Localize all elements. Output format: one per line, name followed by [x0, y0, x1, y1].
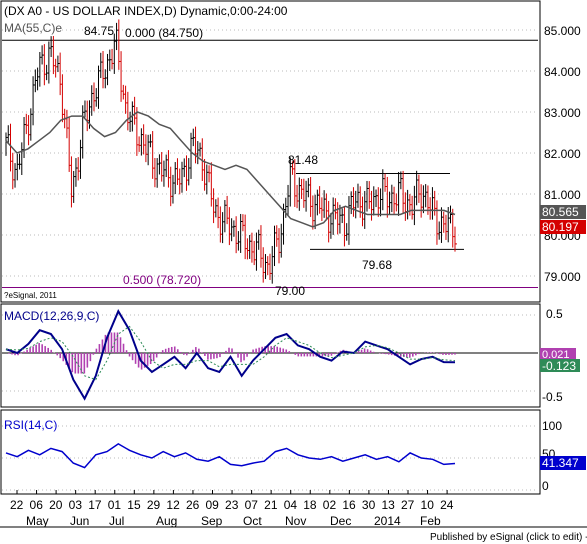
ma-label: MA(55,C)e [4, 21, 62, 35]
chart-window: (DX A0 - US DOLLAR INDEX,D) Dynamic,0:00… [0, 0, 587, 544]
x-axis-labels: 22 06 20 03 17 01 15 29 12 26 09 23 07 21 04 18 02 16 30 13… [10, 498, 454, 528]
x-day-label: 18 [303, 498, 317, 512]
macd-label: MACD(12,26,9,C) [4, 309, 99, 323]
x-month-label: Jul [109, 514, 124, 528]
macd-value-text: -0.123 [542, 359, 576, 373]
rsi-panel-frame [0, 409, 541, 495]
rsi-value-text: 41.347 [542, 456, 579, 470]
annotation-fib-0-label: 0.000 (84.750) [125, 26, 203, 40]
annotation-channel-top-label: 81.48 [288, 153, 318, 167]
rsi-y-tick-label: 100 [542, 419, 562, 433]
annotation-low-label: 79.00 [275, 284, 305, 298]
x-month-label: Jun [70, 514, 89, 528]
annotation-channel-bottom-label: 79.68 [362, 258, 392, 272]
footer-credit: Published by eSignal (click to edit) - w… [430, 532, 587, 543]
price-y-axis: 85.000 84.000 83.000 82.000 81.000 80.00… [544, 24, 581, 284]
x-month-label: May [26, 514, 49, 528]
x-day-label: 27 [401, 498, 415, 512]
macd-y-tick-label: 0.5 [546, 307, 563, 321]
y-tick-label: 85.000 [544, 24, 581, 38]
y-tick-label: 81.000 [544, 188, 581, 202]
y-tick-label: 84.000 [544, 65, 581, 79]
x-month-label: Sep [201, 514, 223, 528]
dollar-index-chart[interactable]: (DX A0 - US DOLLAR INDEX,D) Dynamic,0:00… [0, 0, 587, 544]
x-day-label: 02 [323, 498, 337, 512]
x-day-label: 30 [362, 498, 376, 512]
x-day-label: 20 [49, 498, 63, 512]
x-day-label: 03 [69, 498, 83, 512]
x-day-label: 23 [225, 498, 239, 512]
x-day-label: 10 [421, 498, 435, 512]
chart-title: (DX A0 - US DOLLAR INDEX,D) Dynamic,0:00… [4, 4, 288, 18]
price-panel-frame [0, 0, 541, 303]
x-day-label: 06 [30, 498, 44, 512]
x-day-label: 13 [381, 498, 395, 512]
x-day-label: 07 [245, 498, 259, 512]
x-month-label: Aug [156, 514, 177, 528]
x-day-label: 16 [342, 498, 356, 512]
x-month-label: 2014 [374, 514, 401, 528]
y-tick-label: 83.000 [544, 106, 581, 120]
x-day-label: 26 [186, 498, 200, 512]
x-day-label: 04 [284, 498, 298, 512]
macd-y-tick-label: -0.5 [542, 390, 563, 404]
rsi-label: RSI(14,C) [4, 418, 57, 432]
x-day-label: 09 [206, 498, 220, 512]
x-day-label: 22 [10, 498, 24, 512]
x-day-label: 24 [440, 498, 454, 512]
close-value-text: 80.197 [542, 220, 579, 234]
x-day-label: 12 [166, 498, 180, 512]
x-day-label: 29 [147, 498, 161, 512]
x-month-label: Dec [330, 514, 351, 528]
annotation-high-label: 84.75 [84, 24, 114, 38]
watermark: ?eSignal, 2011 [4, 291, 57, 300]
x-day-label: 15 [127, 498, 141, 512]
x-day-label: 17 [88, 498, 102, 512]
x-month-label: Nov [285, 514, 306, 528]
y-tick-label: 82.000 [544, 147, 581, 161]
x-month-label: Feb [420, 514, 441, 528]
ma-value-text: 80.565 [542, 205, 579, 219]
x-day-label: 21 [264, 498, 278, 512]
x-day-label: 01 [108, 498, 122, 512]
rsi-y-tick-label: 0 [542, 479, 549, 493]
y-tick-label: 79.000 [544, 270, 581, 284]
x-month-label: Oct [243, 514, 262, 528]
annotation-fib-50-label: 0.500 (78.720) [123, 273, 201, 287]
